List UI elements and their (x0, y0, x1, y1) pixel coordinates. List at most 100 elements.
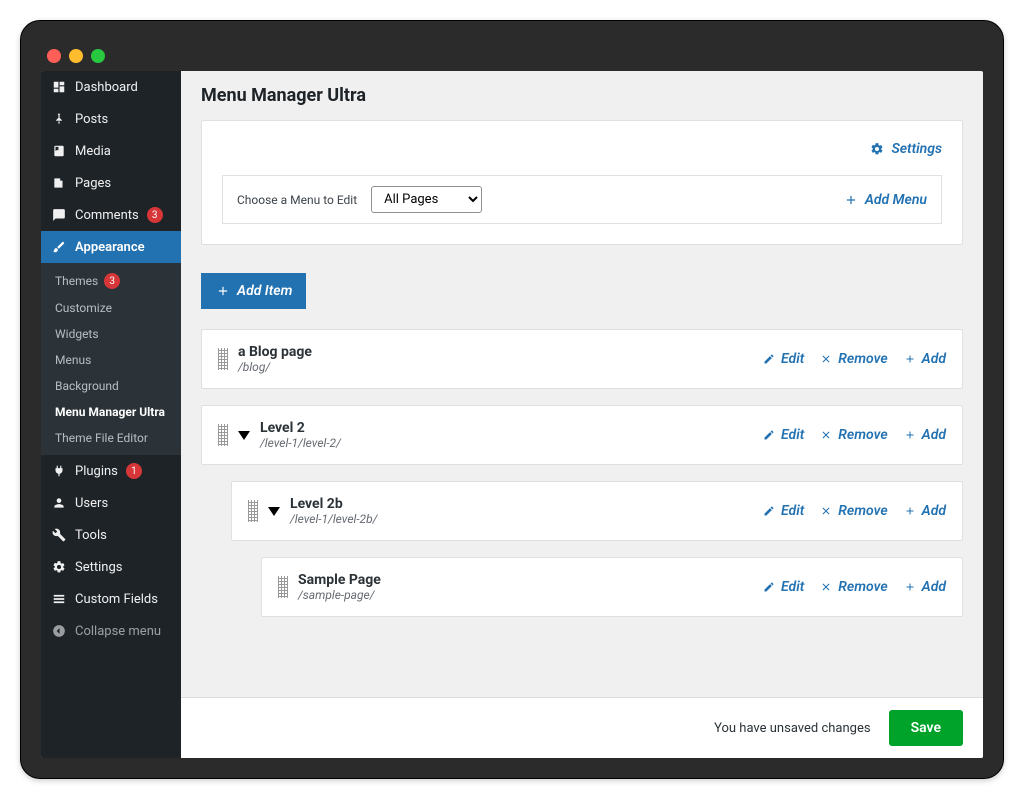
sidebar-item-label: Dashboard (75, 80, 138, 95)
sidebar-item-label: Tools (75, 528, 107, 543)
config-panel: Settings Choose a Menu to Edit All Pages… (201, 120, 963, 245)
add-action[interactable]: Add (902, 427, 946, 443)
brush-icon (51, 239, 67, 255)
submenu-item-themes[interactable]: Themes3 (41, 267, 181, 295)
sidebar-item-label: Comments (75, 208, 139, 223)
sidebar-item-label: Pages (75, 176, 111, 191)
pencil-icon (761, 351, 777, 367)
submenu-item-label: Menu Manager Ultra (55, 405, 165, 419)
sidebar-item-posts[interactable]: Posts (41, 103, 181, 135)
submenu-item-widgets[interactable]: Widgets (41, 321, 181, 347)
admin-sidebar: Dashboard Posts Media Pages Comments 3 Appeara… (41, 71, 181, 758)
menu-item: a Blog page/blog/Edit Remove Add (201, 329, 963, 389)
edit-label: Edit (781, 503, 804, 519)
menu-item-title: Level 2 (260, 420, 761, 436)
add-menu-label: Add Menu (865, 192, 927, 208)
badge: 3 (147, 207, 163, 223)
add-label: Add (922, 579, 946, 595)
pencil-icon (761, 503, 777, 519)
sidebar-item-dashboard[interactable]: Dashboard (41, 71, 181, 103)
save-button[interactable]: Save (889, 710, 963, 746)
sidebar-item-label: Media (75, 144, 111, 159)
sidebar-item-label: Collapse menu (75, 624, 161, 639)
choose-menu-label: Choose a Menu to Edit (237, 193, 357, 207)
add-menu-link[interactable]: Add Menu (843, 192, 927, 208)
x-icon (818, 579, 834, 595)
remove-action[interactable]: Remove (818, 579, 887, 595)
remove-label: Remove (838, 351, 887, 367)
drag-handle-icon[interactable] (218, 348, 228, 370)
sidebar-item-media[interactable]: Media (41, 135, 181, 167)
sidebar-item-label: Custom Fields (75, 592, 158, 607)
sidebar-item-settings[interactable]: Settings (41, 551, 181, 583)
submenu-item-theme-file-editor[interactable]: Theme File Editor (41, 425, 181, 451)
menu-item-info: Level 2/level-1/level-2/ (260, 420, 761, 450)
menu-item-title: Level 2b (290, 496, 761, 512)
remove-label: Remove (838, 427, 887, 443)
sidebar-item-custom-fields[interactable]: Custom Fields (41, 583, 181, 615)
browser-frame: Dashboard Posts Media Pages Comments 3 Appeara… (20, 20, 1004, 779)
settings-icon (51, 559, 67, 575)
menu-item-info: a Blog page/blog/ (238, 344, 761, 374)
titlebar (41, 41, 983, 71)
submenu-item-menus[interactable]: Menus (41, 347, 181, 373)
plus-icon (902, 351, 918, 367)
window-maximize-dot[interactable] (91, 49, 105, 63)
drag-handle-icon[interactable] (218, 424, 228, 446)
submenu-item-customize[interactable]: Customize (41, 295, 181, 321)
sidebar-item-plugins[interactable]: Plugins1 (41, 455, 181, 487)
sidebar-item-tools[interactable]: Tools (41, 519, 181, 551)
edit-action[interactable]: Edit (761, 503, 804, 519)
window-minimize-dot[interactable] (69, 49, 83, 63)
edit-action[interactable]: Edit (761, 579, 804, 595)
menu-item-actions: Edit Remove Add (761, 503, 946, 519)
submenu-item-menu-manager-ultra[interactable]: Menu Manager Ultra (41, 399, 181, 425)
edit-label: Edit (781, 427, 804, 443)
menu-item: Sample Page/sample-page/EditRemoveAdd (261, 557, 963, 617)
menu-select[interactable]: All Pages (371, 186, 482, 213)
sidebar-item-comments[interactable]: Comments 3 (41, 199, 181, 231)
menu-item-path: /sample-page/ (298, 588, 761, 602)
window-close-dot[interactable] (47, 49, 61, 63)
sidebar-item-collapse-menu[interactable]: Collapse menu (41, 615, 181, 647)
sidebar-item-label: Users (75, 496, 108, 511)
drag-handle-icon[interactable] (278, 576, 288, 598)
media-icon (51, 143, 67, 159)
sidebar-item-users[interactable]: Users (41, 487, 181, 519)
menu-select-row: Choose a Menu to Edit All Pages Add Menu (222, 175, 942, 224)
app-screen: Dashboard Posts Media Pages Comments 3 Appeara… (41, 71, 983, 758)
remove-action[interactable]: Remove (818, 427, 887, 443)
page-title: Menu Manager Ultra (181, 71, 983, 120)
settings-link[interactable]: Settings (869, 141, 942, 157)
menu-item: Level 2b/level-1/level-2b/Edit Remove Add (231, 481, 963, 541)
sidebar-item-appearance[interactable]: Appearance (41, 231, 181, 263)
submenu-item-background[interactable]: Background (41, 373, 181, 399)
menu-item: Level 2/level-1/level-2/Edit Remove Add (201, 405, 963, 465)
drag-handle-icon[interactable] (248, 500, 258, 522)
edit-action[interactable]: Edit (761, 427, 804, 443)
chevron-down-icon[interactable] (238, 431, 250, 440)
menu-item-info: Level 2b/level-1/level-2b/ (290, 496, 761, 526)
add-item-button[interactable]: Add Item (201, 273, 306, 309)
submenu-item-label: Theme File Editor (55, 431, 148, 445)
sidebar-item-pages[interactable]: Pages (41, 167, 181, 199)
add-action[interactable]: Add (902, 503, 946, 519)
sidebar-item-label: Appearance (75, 240, 145, 255)
remove-action[interactable]: Remove (818, 351, 887, 367)
x-icon (818, 351, 834, 367)
edit-label: Edit (781, 579, 804, 595)
add-action[interactable]: Add (902, 579, 946, 595)
plus-icon (902, 427, 918, 443)
main-panel: Settings Choose a Menu to Edit All Pages… (181, 120, 983, 758)
chevron-down-icon[interactable] (268, 507, 280, 516)
add-action[interactable]: Add (902, 351, 946, 367)
remove-action[interactable]: Remove (818, 503, 887, 519)
collapse-icon (51, 623, 67, 639)
edit-action[interactable]: Edit (761, 351, 804, 367)
menu-item-path: /blog/ (238, 360, 761, 374)
add-label: Add (922, 503, 946, 519)
menu-item-actions: Edit Remove Add (761, 351, 946, 367)
menu-item-actions: Edit Remove Add (761, 579, 946, 595)
pencil-icon (761, 579, 777, 595)
content-area: Menu Manager Ultra Settings Choose a Men… (181, 71, 983, 758)
